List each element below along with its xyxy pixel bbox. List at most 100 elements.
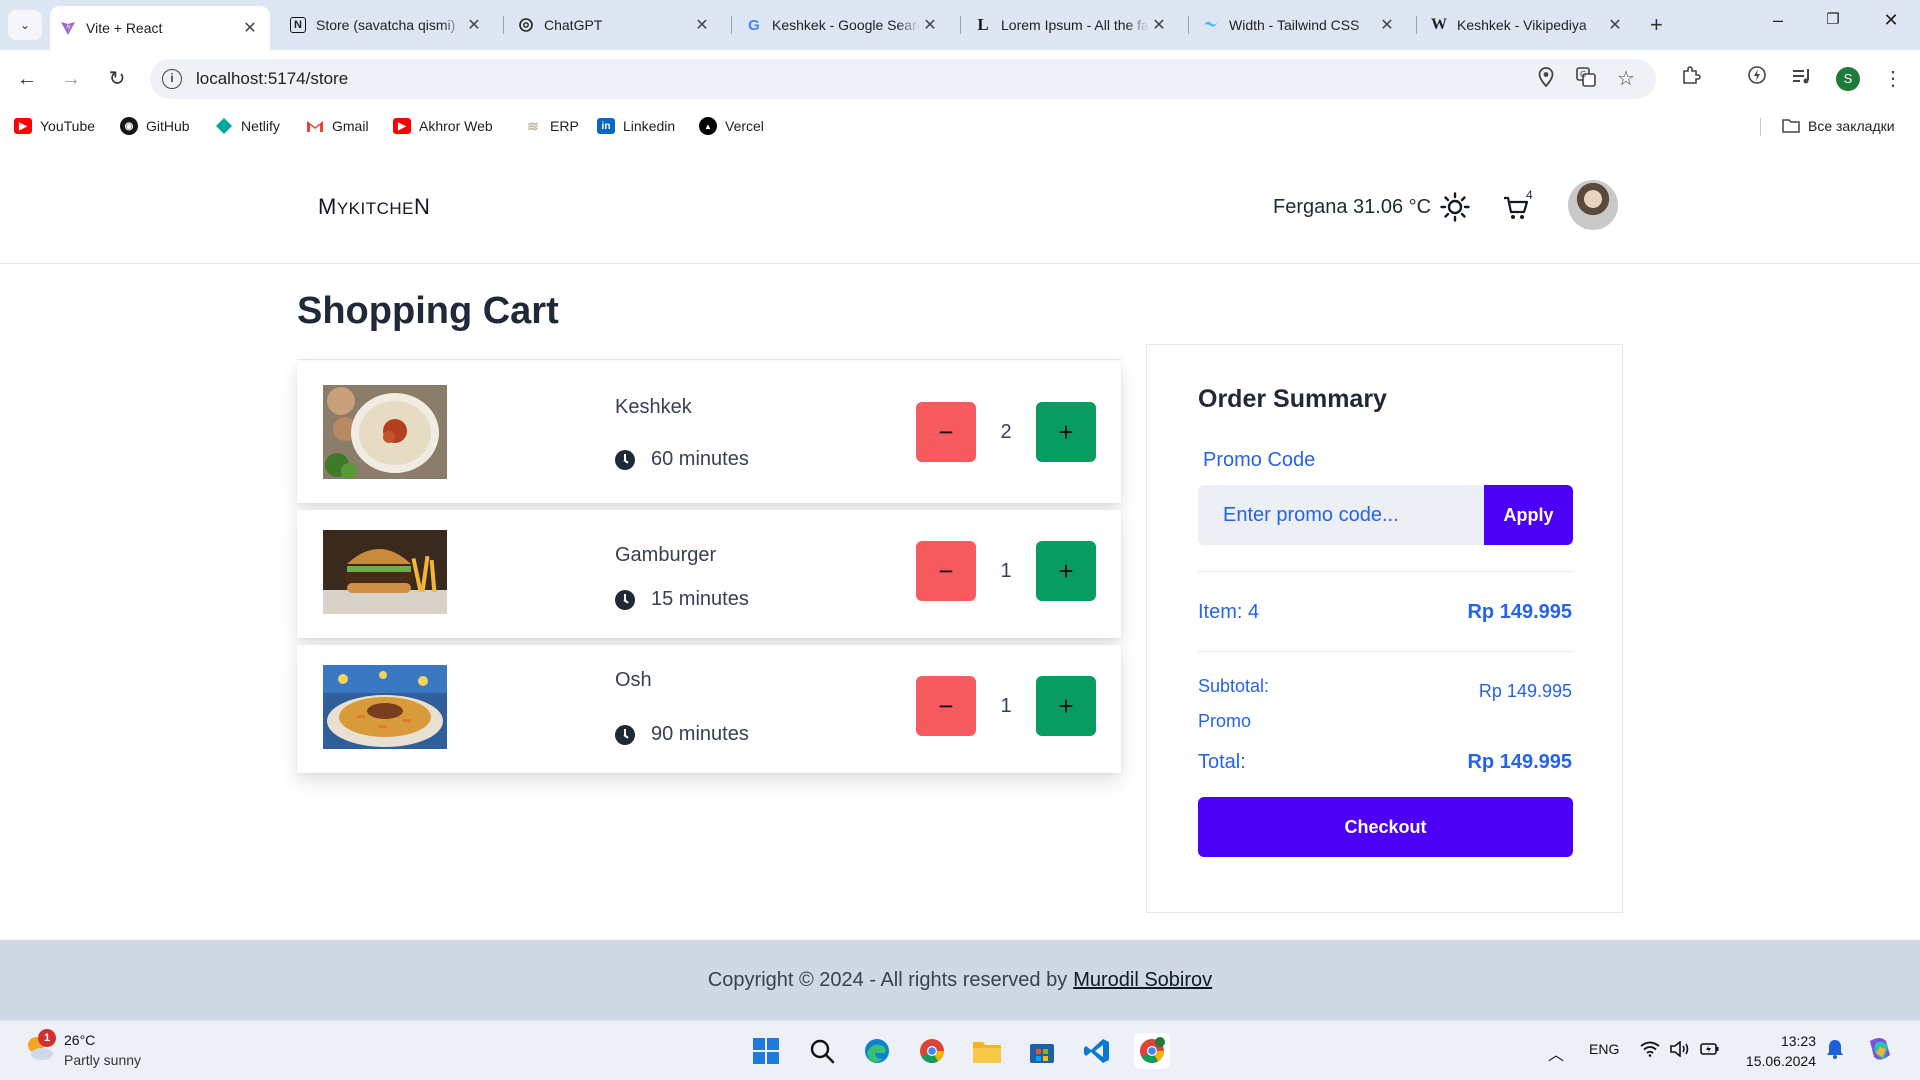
tab-lorem-ipsum[interactable]: L Lorem Ipsum - All the facts ✕ (965, 8, 1179, 42)
copilot-icon[interactable] (1866, 1035, 1894, 1066)
weather-readout: Fergana 31.06 °C (1273, 196, 1432, 218)
tab-wikipedia[interactable]: W Keshkek - Vikipediya ✕ (1421, 8, 1635, 42)
extensions-puzzle-icon[interactable] (1676, 64, 1706, 94)
volume-icon[interactable] (1670, 1040, 1690, 1060)
total-value: Rp 149.995 (1467, 751, 1572, 773)
item-time-label: 15 minutes (651, 588, 749, 610)
bookmark-akhror-web[interactable]: ▶ Akhror Web (393, 116, 493, 136)
bookmark-netlify[interactable]: Netlify (215, 116, 280, 136)
page-title: Shopping Cart (297, 290, 559, 332)
cart-item-gamburger: Gamburger 15 minutes − 1 + (297, 510, 1121, 638)
tab-title: ChatGPT (544, 17, 603, 33)
github-icon: ◉ (120, 117, 138, 135)
cart-count-badge: 4 (1526, 188, 1533, 202)
reload-icon[interactable]: ↻ (102, 64, 132, 94)
minimize-icon[interactable]: – (1763, 10, 1793, 31)
decrease-quantity-button[interactable]: − (916, 541, 976, 601)
cart-item-keshkek: Keshkek 60 minutes − 2 + (297, 362, 1121, 503)
tab-tailwind[interactable]: Width - Tailwind CSS ✕ (1193, 8, 1407, 42)
bookmark-github[interactable]: ◉ GitHub (120, 116, 190, 136)
promo-code-input[interactable] (1198, 485, 1484, 545)
tab-search-chevron-icon[interactable]: ⌄ (8, 10, 42, 40)
apply-promo-button[interactable]: Apply (1484, 485, 1573, 545)
osh-image (323, 665, 447, 749)
close-icon[interactable]: ✕ (1149, 15, 1169, 35)
media-queue-icon[interactable] (1787, 64, 1817, 94)
site-info-icon[interactable]: i (162, 69, 182, 89)
all-bookmarks-button[interactable]: Все закладки (1782, 116, 1895, 136)
close-icon[interactable]: ✕ (1377, 15, 1397, 35)
chrome-icon[interactable] (914, 1033, 950, 1069)
chevron-up-icon[interactable]: ︿ (1548, 1041, 1564, 1065)
bookmark-label: Netlify (241, 118, 280, 134)
close-icon[interactable]: ✕ (464, 15, 484, 35)
page-footer: Copyright © 2024 - All rights reserved b… (0, 940, 1920, 1020)
tab-google-search[interactable]: G Keshkek - Google Search ✕ (736, 8, 950, 42)
more-menu-icon[interactable]: ⋮ (1878, 64, 1908, 94)
site-logo[interactable]: MYKITCHEN (318, 194, 430, 220)
items-total-value: Rp 149.995 (1467, 601, 1572, 623)
translate-icon[interactable]: G (1574, 67, 1598, 91)
search-icon[interactable] (804, 1033, 840, 1069)
bookmark-star-icon[interactable]: ☆ (1614, 67, 1638, 91)
restore-icon[interactable]: ❐ (1818, 10, 1848, 28)
close-icon[interactable]: ✕ (920, 15, 940, 35)
bookmark-linkedin[interactable]: in Linkedin (597, 116, 675, 136)
bookmark-vercel[interactable]: ▲ Vercel (699, 116, 764, 136)
close-icon[interactable]: ✕ (240, 18, 260, 38)
bookmark-erp[interactable]: ≋ ERP (524, 116, 579, 136)
tab-store[interactable]: N Store (savatcha qismi) ✕ (280, 8, 494, 42)
clock-datetime[interactable]: 13:23 15.06.2024 (1740, 1031, 1816, 1071)
item-name: Gamburger (615, 544, 717, 566)
sun-icon[interactable] (1440, 192, 1470, 222)
divider (1198, 571, 1573, 572)
taskbar-condition[interactable]: Partly sunny (64, 1052, 141, 1068)
vercel-icon: ▲ (699, 117, 717, 135)
performance-icon[interactable] (1742, 64, 1772, 94)
address-url[interactable]: localhost:5174/store (196, 69, 348, 89)
author-link[interactable]: Murodil Sobirov (1073, 969, 1212, 992)
chrome-profile-active-icon[interactable] (1134, 1033, 1170, 1069)
clock-time: 13:23 (1780, 1033, 1816, 1049)
checkout-button[interactable]: Checkout (1198, 797, 1573, 857)
new-tab-plus-icon[interactable]: + (1650, 12, 1663, 38)
microsoft-store-icon[interactable] (1024, 1033, 1060, 1069)
bookmark-youtube[interactable]: ▶ YouTube (14, 116, 95, 136)
netlify-icon (215, 118, 233, 134)
close-icon[interactable]: ✕ (692, 15, 712, 35)
language-indicator[interactable]: ENG (1589, 1041, 1619, 1057)
location-pin-icon[interactable] (1534, 67, 1558, 91)
taskbar-temperature[interactable]: 26°C (64, 1032, 95, 1048)
notification-bell-icon[interactable] (1826, 1039, 1844, 1062)
edge-browser-icon[interactable] (859, 1033, 895, 1069)
increase-quantity-button[interactable]: + (1036, 676, 1096, 736)
order-summary-title: Order Summary (1198, 385, 1387, 413)
wifi-icon[interactable] (1640, 1041, 1660, 1060)
user-avatar[interactable] (1568, 180, 1618, 230)
quantity-value: 1 (1000, 695, 1012, 717)
close-window-icon[interactable]: ✕ (1876, 10, 1906, 31)
profile-avatar-icon[interactable]: S (1836, 67, 1860, 91)
decrease-quantity-button[interactable]: − (916, 402, 976, 462)
windows-start-icon[interactable] (748, 1033, 784, 1069)
increase-quantity-button[interactable]: + (1036, 541, 1096, 601)
item-time-label: 60 minutes (651, 448, 749, 470)
tab-title: Lorem Ipsum - All the facts (1001, 17, 1149, 33)
address-bar[interactable]: i localhost:5174/store G ☆ (150, 59, 1656, 99)
tab-vite-react[interactable]: Vite + React ✕ (50, 6, 270, 50)
vscode-icon[interactable] (1079, 1033, 1115, 1069)
forward-arrow-icon[interactable]: → (56, 64, 86, 94)
close-icon[interactable]: ✕ (1605, 15, 1625, 35)
file-explorer-icon[interactable] (969, 1033, 1005, 1069)
subtotal-label: Subtotal: (1198, 676, 1270, 696)
bookmark-gmail[interactable]: Gmail (306, 116, 369, 136)
tab-title: Store (savatcha qismi) (316, 17, 456, 33)
increase-quantity-button[interactable]: + (1036, 402, 1096, 462)
decrease-quantity-button[interactable]: − (916, 676, 976, 736)
hamburger-image (323, 530, 447, 614)
back-arrow-icon[interactable]: ← (12, 64, 42, 94)
battery-icon[interactable] (1700, 1041, 1720, 1060)
bookmark-label: GitHub (146, 118, 190, 134)
tab-chatgpt[interactable]: ChatGPT ✕ (508, 8, 722, 42)
item-time-label: 90 minutes (651, 723, 749, 745)
